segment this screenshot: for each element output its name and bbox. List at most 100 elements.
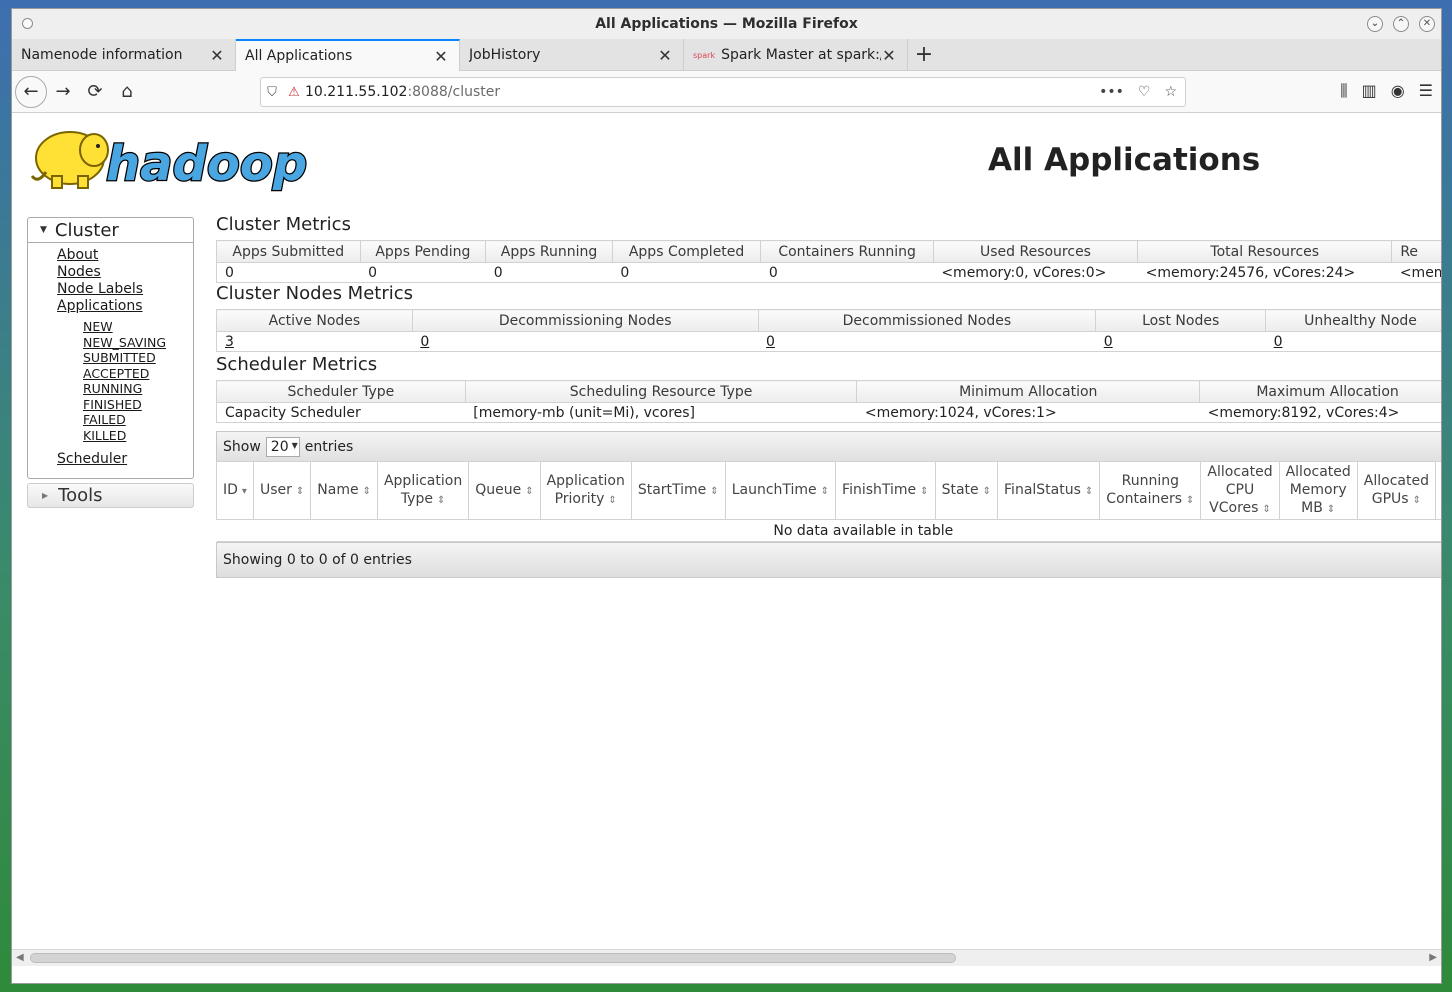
cluster-header[interactable]: ▼ Cluster	[28, 218, 193, 243]
caret-right-icon: ▶	[42, 491, 49, 500]
caret-down-icon: ▼	[40, 225, 47, 235]
column-header[interactable]: FinishTime ⇕	[835, 461, 936, 520]
decommissioned-nodes-link[interactable]: 0	[766, 334, 775, 350]
sidebar-link-about[interactable]: About	[57, 247, 193, 264]
metrics-header: Scheduler Type	[216, 380, 466, 403]
state-link-running[interactable]: RUNNING	[83, 381, 193, 397]
column-header[interactable]: ReserveCPUVCores⇕	[1434, 461, 1441, 520]
metrics-header: Decommissioning Nodes	[411, 309, 759, 332]
sort-icon[interactable]: ▾	[242, 486, 247, 497]
tab-all-applications[interactable]: All Applications ✕	[236, 39, 460, 71]
column-header[interactable]: Allocated GPUs ⇕	[1356, 461, 1436, 520]
sort-icon[interactable]: ⇕	[363, 486, 371, 497]
back-icon[interactable]: ←	[15, 75, 47, 108]
sidebar-toggle-icon[interactable]: ▥	[1362, 81, 1377, 101]
page-size-select[interactable]: 20 ▼	[265, 436, 300, 457]
column-header[interactable]: Application Priority ⇕	[539, 461, 632, 520]
tab-close-icon[interactable]: ✕	[209, 46, 225, 65]
new-tab-icon[interactable]: +	[908, 39, 940, 70]
scroll-left-icon[interactable]: ◀	[16, 952, 24, 963]
insecure-lock-icon[interactable]: ⚠	[283, 85, 305, 100]
unhealthy-nodes-link[interactable]: 0	[1274, 334, 1283, 350]
state-link-new-saving[interactable]: NEW_SAVING	[83, 335, 193, 351]
column-header[interactable]: User ⇕	[252, 461, 312, 520]
reload-icon[interactable]: ⟳	[79, 76, 111, 108]
column-header[interactable]: Running Containers ⇕	[1099, 461, 1202, 520]
scroll-right-icon[interactable]: ▶	[1429, 952, 1437, 963]
state-link-accepted[interactable]: ACCEPTED	[83, 366, 193, 382]
sort-icon[interactable]: ⇕	[296, 486, 304, 497]
page-actions-icon[interactable]: •••	[1099, 84, 1124, 100]
tab-jobhistory[interactable]: JobHistory ✕	[460, 39, 684, 71]
column-header-text: Allocated	[1207, 463, 1273, 480]
active-nodes-link[interactable]: 3	[225, 334, 234, 350]
forward-icon[interactable]: →	[47, 76, 79, 108]
metrics-header: Minimum Allocation	[856, 380, 1201, 403]
tab-spark-master[interactable]: spark Spark Master at spark:// ✕	[684, 39, 908, 71]
shield-icon[interactable]: ⛉	[261, 85, 283, 100]
lost-nodes-link[interactable]: 0	[1104, 334, 1113, 350]
state-link-killed[interactable]: KILLED	[83, 428, 193, 444]
decommissioning-nodes-link[interactable]: 0	[420, 334, 429, 350]
tab-bar: Namenode information ✕ All Applications …	[12, 39, 1441, 71]
column-header[interactable]: ID ▾	[216, 461, 254, 520]
minimize-icon[interactable]: ⌄	[1367, 16, 1383, 32]
pocket-icon[interactable]: ♡	[1138, 84, 1151, 100]
tab-close-icon[interactable]: ✕	[657, 46, 673, 65]
column-header[interactable]: LaunchTime ⇕	[724, 461, 837, 520]
horizontal-scrollbar[interactable]: ◀ ▶	[12, 949, 1441, 966]
sort-icon[interactable]: ⇕	[821, 486, 829, 497]
column-header-text: FinishTime	[842, 481, 917, 498]
metrics-value: Capacity Scheduler	[216, 402, 466, 423]
window-menu-icon[interactable]	[22, 18, 33, 29]
scheduler-metrics-title: Scheduler Metrics	[216, 354, 378, 375]
sidebar-link-nodes[interactable]: Nodes	[57, 264, 193, 281]
column-header[interactable]: Name ⇕	[310, 461, 378, 520]
close-window-icon[interactable]: ✕	[1419, 16, 1435, 32]
column-header[interactable]: State ⇕	[934, 461, 999, 520]
maximize-icon[interactable]: ⌃	[1393, 16, 1409, 32]
hamburger-menu-icon[interactable]: ☰	[1419, 81, 1433, 101]
tools-header[interactable]: ▶ Tools	[27, 483, 194, 508]
tab-close-icon[interactable]: ✕	[433, 47, 449, 66]
sort-icon[interactable]: ⇕	[608, 495, 616, 506]
column-header[interactable]: Allocated Memory MB ⇕	[1278, 461, 1358, 520]
column-header[interactable]: Allocated CPU VCores ⇕	[1200, 461, 1280, 520]
home-icon[interactable]: ⌂	[111, 76, 143, 108]
show-label: Show	[223, 438, 261, 455]
sort-icon[interactable]: ⇕	[1327, 504, 1335, 515]
column-header[interactable]: FinalStatus ⇕	[997, 461, 1101, 520]
column-header[interactable]: Application Type ⇕	[376, 461, 470, 520]
column-header[interactable]: StartTime ⇕	[630, 461, 726, 520]
bookmark-star-icon[interactable]: ☆	[1164, 84, 1177, 100]
sidebar-link-scheduler[interactable]: Scheduler	[57, 451, 193, 468]
page-content: hadoop All Applications ▼ Cluster About …	[12, 114, 1441, 966]
sort-icon[interactable]: ⇕	[983, 486, 991, 497]
sort-icon[interactable]: ⇕	[1262, 504, 1270, 515]
sidebar-link-applications[interactable]: Applications	[57, 298, 193, 315]
sort-icon[interactable]: ⇕	[525, 486, 533, 497]
state-link-finished[interactable]: FINISHED	[83, 397, 193, 413]
logo-text: hadoop	[106, 136, 307, 192]
url-bar[interactable]: ⛉ ⚠ 10.211.55.102 :8088/cluster ••• ♡ ☆	[260, 77, 1186, 107]
scrollbar-thumb[interactable]	[30, 953, 956, 963]
state-link-failed[interactable]: FAILED	[83, 412, 193, 428]
sidebar-link-node-labels[interactable]: Node Labels	[57, 281, 193, 298]
tab-close-icon[interactable]: ✕	[881, 46, 897, 65]
sort-icon[interactable]: ⇕	[1413, 495, 1421, 506]
sort-icon[interactable]: ⇕	[920, 486, 928, 497]
nodes-metrics-table: Active Nodes Decommissioning Nodes Decom…	[216, 309, 1441, 352]
account-icon[interactable]: ◉	[1391, 81, 1405, 101]
nav-bar: ← → ⟳ ⌂ ⛉ ⚠ 10.211.55.102 :8088/cluster …	[12, 71, 1441, 113]
column-header-text: FinalStatus	[1004, 481, 1081, 498]
sort-icon[interactable]: ⇕	[437, 495, 445, 506]
sort-icon[interactable]: ⇕	[710, 486, 718, 497]
tab-label: All Applications	[245, 48, 353, 64]
library-icon[interactable]: ⫼	[1340, 81, 1347, 101]
state-link-submitted[interactable]: SUBMITTED	[83, 350, 193, 366]
state-link-new[interactable]: NEW	[83, 319, 193, 335]
sort-icon[interactable]: ⇕	[1085, 486, 1093, 497]
sort-icon[interactable]: ⇕	[1186, 495, 1194, 506]
column-header[interactable]: Queue ⇕	[468, 461, 541, 520]
tab-namenode[interactable]: Namenode information ✕	[12, 39, 236, 71]
